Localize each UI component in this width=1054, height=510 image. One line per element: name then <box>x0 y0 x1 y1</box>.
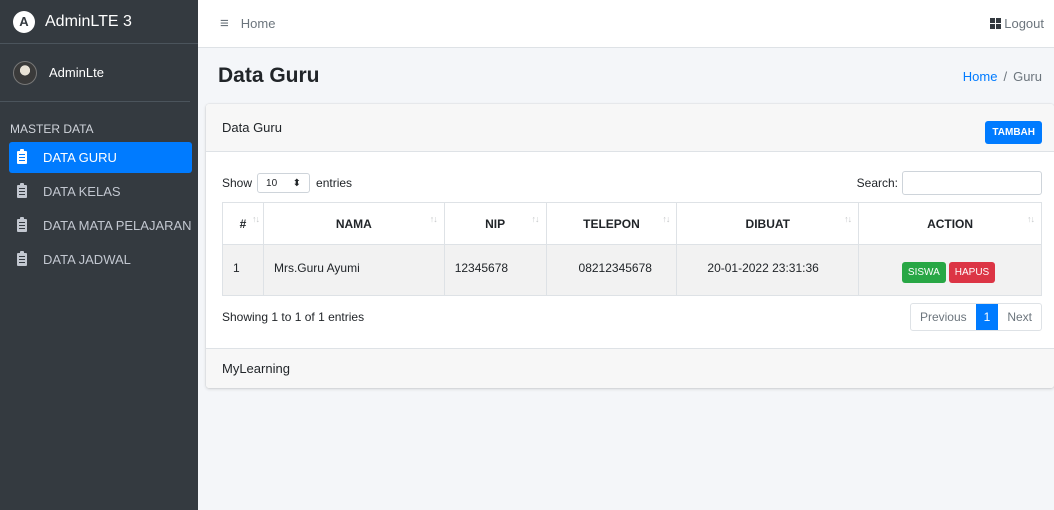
sidebar-item-data-jadwal[interactable]: DATA JADWAL <box>9 244 192 275</box>
content-header: Data Guru Home / Guru <box>198 48 1054 104</box>
column-header-nama[interactable]: NAMA ↑↓ <box>262 202 445 245</box>
brand-link[interactable]: A AdminLTE 3 <box>0 0 198 44</box>
select-arrows-icon: ⬍ <box>292 177 302 189</box>
brand-logo-icon: A <box>13 10 35 33</box>
cell-no: 1 <box>222 244 264 296</box>
table-row: 1 Mrs.Guru Ayumi 12345678 08212345678 20… <box>222 244 1042 296</box>
sidebar-item-data-kelas[interactable]: DATA KELAS <box>9 176 192 207</box>
column-header-action[interactable]: ACTION ↑↓ <box>858 202 1042 245</box>
card-footer: MyLearning <box>206 348 1054 388</box>
cell-nip: 12345678 <box>443 244 547 296</box>
datatable-controls: Show 10 ⬍ entries Search: <box>222 171 1042 195</box>
sidebar-item-label: DATA GURU <box>43 150 117 165</box>
user-name[interactable]: AdminLte <box>49 65 104 80</box>
cell-telepon: 08212345678 <box>545 244 678 296</box>
logout-label: Logout <box>1004 16 1044 31</box>
cell-action: SISWA HAPUS <box>858 244 1042 296</box>
show-label: Show <box>222 176 253 190</box>
sort-icon: ↑↓ <box>429 214 438 224</box>
column-header-nip[interactable]: NIP ↑↓ <box>443 202 547 245</box>
entries-label: entries <box>316 176 353 190</box>
page-size-select[interactable]: 10 ⬍ <box>257 173 311 193</box>
nav-header-master-data: MASTER DATA <box>10 122 94 136</box>
sort-icon: ↑↓ <box>531 214 540 224</box>
sidebar-item-data-mata-pelajaran[interactable]: DATA MATA PELAJARAN <box>9 210 192 241</box>
search-wrap: Search: <box>857 171 1042 195</box>
table-header-row: # ↑↓ NAMA ↑↓ NIP ↑↓ TELEPON ↑↓ DIBUAT ↑↓ ACTI… <box>222 202 1042 245</box>
clipboard-icon <box>17 183 27 198</box>
topbar: ≡ Home Logout <box>198 0 1054 48</box>
sort-icon: ↑↓ <box>844 214 852 224</box>
siswa-button[interactable]: SISWA <box>901 261 946 283</box>
table-info: Showing 1 to 1 of 1 entries <box>222 310 365 324</box>
pagination-next[interactable]: Next <box>998 304 1041 330</box>
breadcrumb: Home / Guru <box>963 69 1042 84</box>
sort-icon: ↑↓ <box>1027 214 1035 224</box>
clipboard-icon <box>17 251 27 266</box>
card-title: Data Guru <box>222 120 282 135</box>
page-size-value: 10 <box>266 177 278 189</box>
sidebar: A AdminLTE 3 AdminLte MASTER DATA DATA G… <box>0 0 198 510</box>
search-label: Search: <box>856 176 898 190</box>
sort-icon: ↑↓ <box>251 214 260 224</box>
data-guru-card: Data Guru TAMBAH Show 10 ⬍ entries Searc… <box>206 104 1054 388</box>
cell-dibuat: 20-01-2022 23:31:36 <box>676 244 860 296</box>
page-title: Data Guru <box>218 64 320 87</box>
breadcrumb-separator: / <box>1003 68 1008 84</box>
search-input[interactable] <box>902 171 1042 195</box>
clipboard-icon <box>17 217 27 232</box>
clipboard-icon <box>17 149 27 164</box>
sort-icon: ↑↓ <box>662 214 670 224</box>
datatable-footer: Showing 1 to 1 of 1 entries Previous 1 N… <box>222 302 1042 332</box>
pagination-previous[interactable]: Previous <box>911 304 976 330</box>
avatar <box>13 60 37 85</box>
breadcrumb-home-link[interactable]: Home <box>963 69 998 84</box>
home-link[interactable]: Home <box>241 16 276 31</box>
data-table: # ↑↓ NAMA ↑↓ NIP ↑↓ TELEPON ↑↓ DIBUAT ↑↓ ACTI… <box>222 202 1042 296</box>
card-header: Data Guru TAMBAH <box>206 104 1054 152</box>
add-button[interactable]: TAMBAH <box>985 121 1042 144</box>
logout-button[interactable]: Logout <box>990 16 1044 31</box>
column-header-dibuat[interactable]: DIBUAT ↑↓ <box>676 202 860 245</box>
pagination: Previous 1 Next <box>909 303 1042 331</box>
user-panel[interactable]: AdminLte <box>0 44 190 102</box>
cell-nama: Mrs.Guru Ayumi <box>262 244 445 296</box>
breadcrumb-current: Guru <box>1013 68 1042 84</box>
hapus-button[interactable]: HAPUS <box>948 261 996 283</box>
sidebar-item-label: DATA MATA PELAJARAN <box>43 218 192 233</box>
sidebar-item-data-guru[interactable]: DATA GURU <box>9 142 192 173</box>
sidebar-item-label: DATA JADWAL <box>43 252 131 267</box>
grid-icon <box>990 18 1002 29</box>
pagination-page-1[interactable]: 1 <box>975 304 999 330</box>
column-header-telepon[interactable]: TELEPON ↑↓ <box>545 202 678 245</box>
brand-name: AdminLTE 3 <box>45 12 132 30</box>
menu-toggle-icon[interactable]: ≡ <box>220 16 229 31</box>
sidebar-item-label: DATA KELAS <box>43 184 121 199</box>
column-header-no[interactable]: # ↑↓ <box>222 202 264 245</box>
